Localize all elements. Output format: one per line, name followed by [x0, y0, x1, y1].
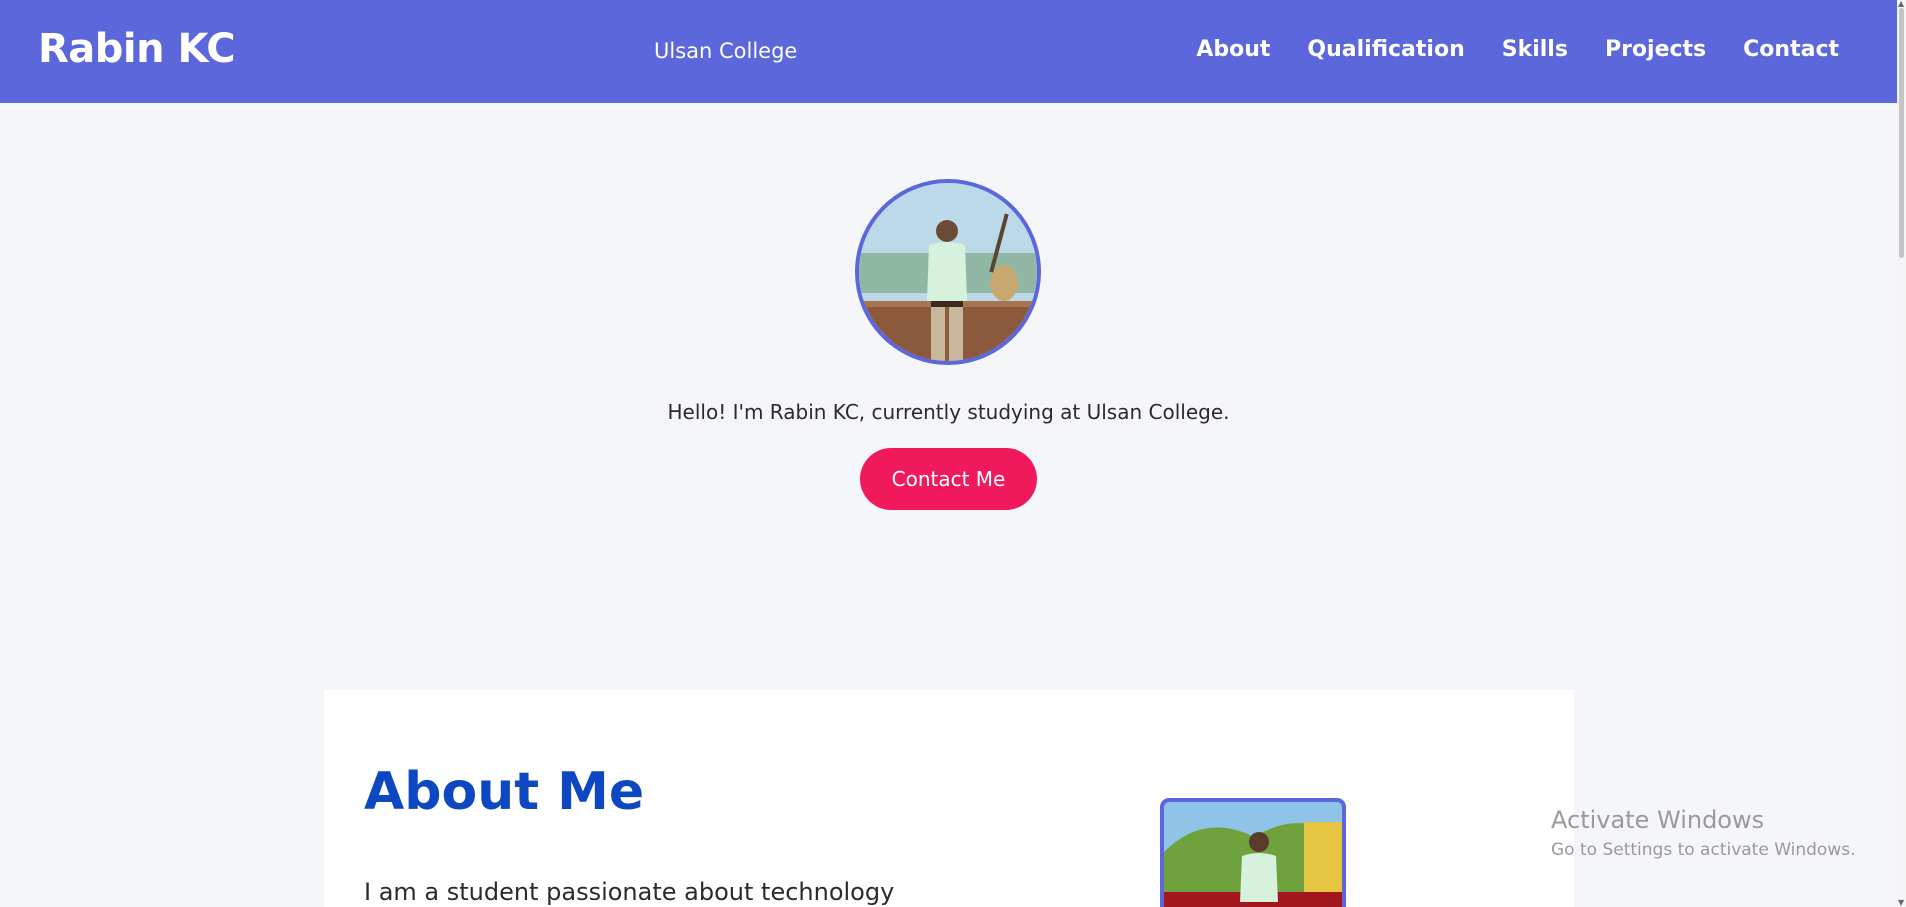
brand-logo[interactable]: Rabin KC	[38, 26, 236, 72]
nav-link-projects[interactable]: Projects	[1605, 37, 1706, 62]
scrollbar-thumb[interactable]	[1899, 8, 1904, 258]
about-section: About Me I am a student passionate about…	[324, 690, 1574, 907]
nav-link-about[interactable]: About	[1196, 37, 1270, 62]
profile-photo-illustration	[859, 183, 1037, 361]
page-scrollbar[interactable]: ▲ ▼	[1897, 0, 1906, 907]
about-photo-illustration	[1164, 802, 1342, 907]
scroll-up-arrow-icon[interactable]: ▲	[1898, 0, 1904, 8]
watermark-subtitle: Go to Settings to activate Windows.	[1551, 840, 1856, 860]
about-title: About Me	[364, 762, 645, 822]
watermark-title: Activate Windows	[1551, 806, 1765, 834]
about-photo	[1160, 798, 1346, 907]
profile-avatar	[855, 179, 1041, 365]
scroll-down-arrow-icon[interactable]: ▼	[1898, 899, 1904, 907]
nav-link-qualification[interactable]: Qualification	[1307, 37, 1464, 62]
top-navbar: Rabin KC Ulsan College About Qualificati…	[0, 0, 1897, 103]
about-description: I am a student passionate about technolo…	[364, 878, 895, 906]
nav-link-skills[interactable]: Skills	[1502, 37, 1568, 62]
hero-intro-text: Hello! I'm Rabin KC, currently studying …	[667, 400, 1230, 424]
nav-link-contact[interactable]: Contact	[1743, 37, 1839, 62]
nav-menu: About Qualification Skills Projects Cont…	[1196, 37, 1839, 62]
college-name: Ulsan College	[654, 39, 798, 63]
windows-activation-watermark: Activate Windows Go to Settings to activ…	[1551, 806, 1856, 860]
contact-me-button[interactable]: Contact Me	[860, 448, 1037, 510]
